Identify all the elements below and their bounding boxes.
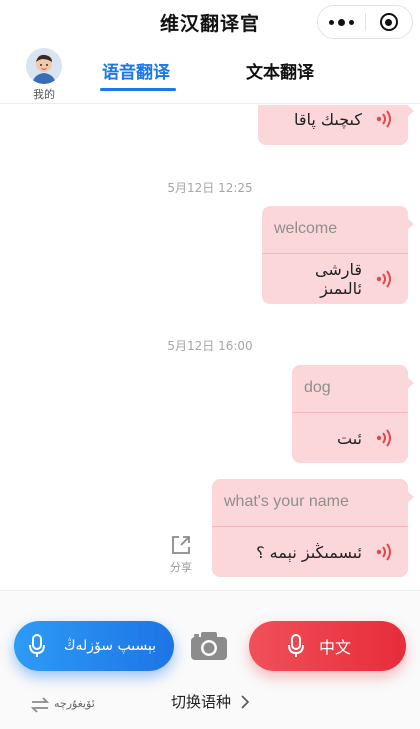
tab-voice-translate[interactable]: 语音翻译 (102, 58, 170, 83)
swap-arrows-icon[interactable] (30, 695, 50, 715)
microphone-icon (288, 634, 304, 657)
chinese-button-label: 中文 (319, 638, 352, 657)
timestamp: 5月12日 12:25 (167, 181, 253, 195)
timestamp: 5月12日 16:00 (167, 339, 253, 353)
message-bubble[interactable]: dog ئىت (292, 365, 414, 463)
more-icon[interactable] (318, 6, 365, 38)
profile-button[interactable]: 我的 (24, 48, 64, 102)
message-bubble[interactable]: كىچىك پاقا (258, 105, 414, 145)
tab-bar: 我的 语音翻译 文本翻译 (0, 44, 420, 104)
share-button[interactable]: 分享 (164, 533, 198, 575)
header: 维汉翻译官 (0, 0, 420, 44)
speaker-icon[interactable] (374, 108, 396, 130)
uyghur-speak-button[interactable]: بېسىپ سۆزلەڭ (14, 621, 174, 671)
avatar (26, 48, 62, 84)
switch-language-button[interactable]: 切换语种 (171, 691, 231, 712)
speaker-icon[interactable] (374, 427, 396, 449)
mini-program-capsule (317, 5, 413, 39)
translation-text: ئىسمىڭىز نېمە ؟ (256, 542, 362, 562)
message-bubble[interactable]: what's your name ئىسمىڭىز نېمە ؟ (212, 479, 414, 577)
chinese-speak-button[interactable]: 中文 (249, 621, 406, 671)
share-icon (172, 536, 190, 554)
close-miniprogram-icon[interactable] (366, 6, 413, 38)
source-text: dog (292, 365, 408, 413)
speaker-icon[interactable] (374, 541, 396, 563)
camera-icon[interactable] (190, 631, 228, 661)
speaker-icon[interactable] (374, 268, 396, 290)
translation-text: ئىت (337, 428, 362, 448)
source-text: welcome (262, 206, 408, 254)
bottom-bar: بېسىپ سۆزلەڭ 中文 ئۆيغۇرچە 切换语种 (0, 590, 420, 729)
switch-uyghur-label[interactable]: ئۆيغۇرچە (54, 697, 95, 710)
chat-area[interactable]: كىچىك پاقا 5月12日 12:25 welcome قارشى ئال… (0, 105, 420, 590)
source-text: what's your name (212, 479, 408, 527)
active-tab-indicator (100, 88, 176, 91)
message-bubble[interactable]: welcome قارشى ئالىمىز (262, 206, 414, 304)
share-label: 分享 (170, 561, 192, 574)
microphone-icon (29, 634, 45, 657)
tab-text-translate[interactable]: 文本翻译 (246, 58, 314, 83)
chevron-right-icon (241, 695, 250, 709)
uyghur-button-label: بېسىپ سۆزلەڭ (64, 638, 157, 654)
translation-text: كىچىك پاقا (293, 109, 362, 129)
profile-label: 我的 (33, 88, 55, 101)
translation-text: قارشى ئالىمىز (315, 260, 362, 298)
